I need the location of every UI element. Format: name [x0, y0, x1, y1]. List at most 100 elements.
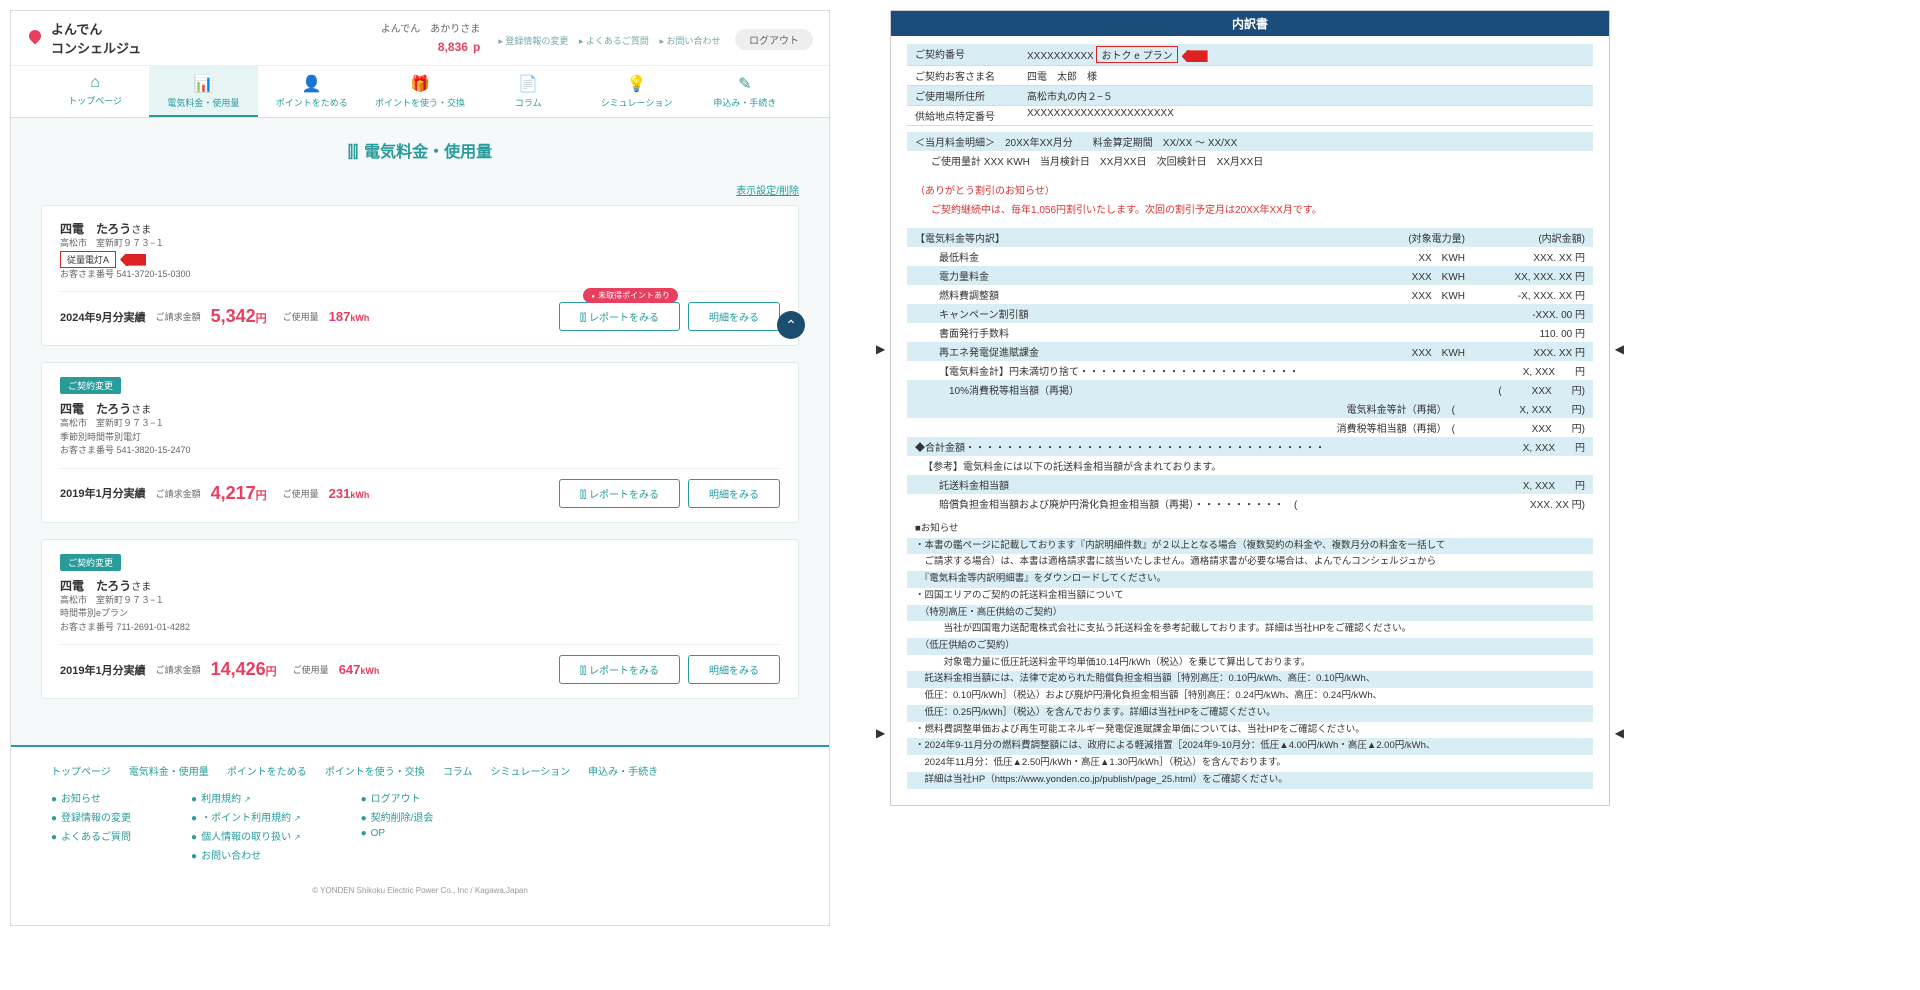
footer-link[interactable]: ●個人情報の取り扱い ↗	[191, 828, 301, 843]
notice-line: 対象電力量に低圧託送料金平均単価10.14円/kWh（税込）を乗じて算出しており…	[907, 655, 1593, 672]
usage-amount: 647kWh	[339, 662, 380, 677]
address: 高松市 室新町９７３−１	[60, 417, 780, 431]
footer-nav-link[interactable]: コラム	[443, 767, 473, 778]
footer-nav-link[interactable]: ポイントを使う・交換	[325, 767, 425, 778]
breakdown-line: 最低料金XX KWHXXX. XX 円	[907, 247, 1593, 266]
breakdown-line: 【電気料金計】円未満切り捨て・・・・・・・・・・・・・・・・・・・・・・X, X…	[907, 361, 1593, 380]
footer-link[interactable]: ●ログアウト	[361, 790, 434, 805]
red-arrow-icon	[1182, 50, 1208, 62]
thank-title: （ありがとう割引のお知らせ）	[907, 180, 1593, 199]
triangle-icon: ◀	[1615, 726, 1624, 740]
point-pill: 未取得ポイントあり	[583, 288, 678, 303]
heart-icon	[27, 28, 47, 48]
billing-period: 2024年9月分実績	[60, 309, 146, 325]
user-info: よんでん あかりさま 8,836 p	[381, 20, 481, 56]
link-faq[interactable]: ▸ よくあるご質問	[579, 36, 649, 46]
change-badge: ご契約変更	[60, 377, 121, 394]
subtotal-line: 電気料金等計（再掲） (X, XXX 円)	[907, 399, 1593, 418]
notice-line: 『電気料金等内訳明細書』をダウンロードしてください。	[907, 571, 1593, 588]
info-row: ご使用場所住所高松市丸の内２−５	[907, 86, 1593, 106]
footer-nav-link[interactable]: ポイントをためる	[227, 767, 307, 778]
billing-period: 2019年1月分実績	[60, 662, 146, 678]
info-row: 供給地点特定番号XXXXXXXXXXXXXXXXXXXXXX	[907, 106, 1593, 126]
report-button[interactable]: ⫿⫿ レポートをみる	[559, 479, 680, 508]
notice-line: （特別高圧・高圧供給のご契約）	[907, 605, 1593, 622]
page-title: ⫿⫿電気料金・使用量	[41, 138, 799, 162]
nav-icon: 🎁	[368, 74, 472, 94]
footer-nav-link[interactable]: シミュレーション	[491, 767, 571, 778]
chevron-up-icon[interactable]: ⌃	[777, 311, 805, 339]
nav-tab-3[interactable]: 🎁ポイントを使う・交換	[366, 66, 474, 117]
doc-title: 内訳書	[891, 11, 1609, 36]
link-reginfo[interactable]: ▸ 登録情報の変更	[498, 36, 568, 46]
breakdown-line: 10%消費税等相当額（再掲）( XXX 円)	[907, 380, 1593, 399]
notice-line: 2024年11月分：低圧▲2.50円/kWh・高圧▲1.30円/kWh］（税込）…	[907, 755, 1593, 772]
breakdown-document: 内訳書 ご契約番号XXXXXXXXXX おトク e プランご契約お客さま名四電 …	[890, 10, 1610, 806]
main-nav: ⌂トップページ📊電気料金・使用量👤ポイントをためる🎁ポイントを使う・交換📄コラム…	[11, 66, 829, 118]
display-settings-link[interactable]: 表示設定/削除	[736, 186, 799, 197]
brand-logo: よんでんコンシェルジュ	[27, 19, 141, 57]
nav-icon: 📄	[476, 74, 580, 94]
plan-box: おトク e プラン	[1096, 46, 1177, 63]
nav-tab-6[interactable]: ✎申込み・手続き	[691, 66, 799, 117]
nav-tab-0[interactable]: ⌂トップページ	[41, 66, 149, 117]
footer-link[interactable]: ●・ポイント利用規約 ↗	[191, 809, 301, 824]
footer-link[interactable]: ●お知らせ	[51, 790, 131, 805]
breakdown-line: 再エネ発電促進賦課金XXX KWHXXX. XX 円	[907, 342, 1593, 361]
footer-link[interactable]: ●契約削除/退会	[361, 809, 434, 824]
detail-button[interactable]: 明細をみる	[688, 302, 780, 331]
plan-text: 時間帯別eプラン	[60, 607, 780, 621]
info-row: ご契約番号XXXXXXXXXX おトク e プラン	[907, 44, 1593, 66]
contract-card: ご契約変更四電 たろうさま高松市 室新町９７３−１時間帯別eプランお客さま番号 …	[41, 539, 799, 700]
nav-icon: ✎	[693, 74, 797, 94]
footer-link[interactable]: ●登録情報の変更	[51, 809, 131, 824]
points-value: 8,836 p	[381, 35, 481, 56]
breakdown-line: 書面発行手数料110. 00 円	[907, 323, 1593, 342]
contract-card: 四電 たろうさま高松市 室新町９７３−１従量電灯Aお客さま番号 541-3720…	[41, 205, 799, 346]
logout-button[interactable]: ログアウト	[735, 29, 813, 50]
external-icon: ↗	[294, 833, 301, 842]
report-button[interactable]: ⫿⫿ レポートをみる	[559, 655, 680, 684]
copyright: © YONDEN Shikoku Electric Power Co., Inc…	[51, 886, 789, 895]
detail-button[interactable]: 明細をみる	[688, 479, 780, 508]
external-icon: ↗	[294, 814, 301, 823]
plan-text: 季節別時間帯別電灯	[60, 431, 780, 445]
customer-name: 四電 たろうさま	[60, 220, 780, 237]
breakdown-line: 電力量料金XXX KWHXX, XXX. XX 円	[907, 266, 1593, 285]
notice-line: ご請求する場合）は、本書は適格請求書に該当いたしません。適格請求書が必要な場合は…	[907, 554, 1593, 571]
report-button[interactable]: ⫿⫿ レポートをみる	[559, 302, 680, 331]
footer-nav-link[interactable]: 電気料金・使用量	[129, 767, 209, 778]
link-contact[interactable]: ▸ お問い合わせ	[659, 36, 720, 46]
nav-tab-1[interactable]: 📊電気料金・使用量	[149, 66, 257, 117]
usage-amount: 231kWh	[329, 486, 370, 501]
footer-nav-link[interactable]: 申込み・手続き	[588, 767, 658, 778]
nav-tab-4[interactable]: 📄コラム	[474, 66, 582, 117]
detail-button[interactable]: 明細をみる	[688, 655, 780, 684]
customer-number: お客さま番号 541-3720-15-0300	[60, 268, 780, 282]
footer-nav-link[interactable]: トップページ	[51, 767, 111, 778]
nav-icon: 👤	[260, 74, 364, 94]
notice-line: 詳細は当社HP（https://www.yonden.co.jp/publish…	[907, 772, 1593, 789]
nav-tab-5[interactable]: 💡シミュレーション	[582, 66, 690, 117]
red-arrow-icon	[120, 254, 146, 266]
footer-link[interactable]: ●OP	[361, 828, 434, 839]
notice-line: ・2024年9-11月分の燃料費調整額には、政府による軽減措置［2024年9-1…	[907, 738, 1593, 755]
billing-period: 2019年1月分実績	[60, 485, 146, 501]
customer-number: お客さま番号 541-3820-15-2470	[60, 444, 780, 458]
nav-tab-2[interactable]: 👤ポイントをためる	[258, 66, 366, 117]
bill-amount: 5,342円	[211, 306, 267, 327]
triangle-icon: ▶	[876, 342, 885, 356]
nav-icon: 💡	[584, 74, 688, 94]
change-badge: ご契約変更	[60, 554, 121, 571]
month-detail-line: ＜当月料金明細＞ 20XX年XX月分 料金算定期間 XX/XX ～ XX/XX	[907, 132, 1593, 151]
info-row: ご契約お客さま名四電 太郎 様	[907, 66, 1593, 86]
nav-icon: 📊	[151, 74, 255, 94]
footer-link[interactable]: ●お問い合わせ	[191, 847, 301, 862]
notice-line: 低圧：0.10円/kWh］（税込）および廃炉円滑化負担金相当額［特別高圧：0.2…	[907, 688, 1593, 705]
customer-number: お客さま番号 711-2691-01-4282	[60, 621, 780, 635]
triangle-icon: ◀	[1615, 342, 1624, 356]
triangle-icon: ▶	[876, 726, 885, 740]
footer-link[interactable]: ●利用規約 ↗	[191, 790, 301, 805]
usage-amount: 187kWh	[329, 309, 370, 324]
footer-link[interactable]: ●よくあるご質問	[51, 828, 131, 843]
